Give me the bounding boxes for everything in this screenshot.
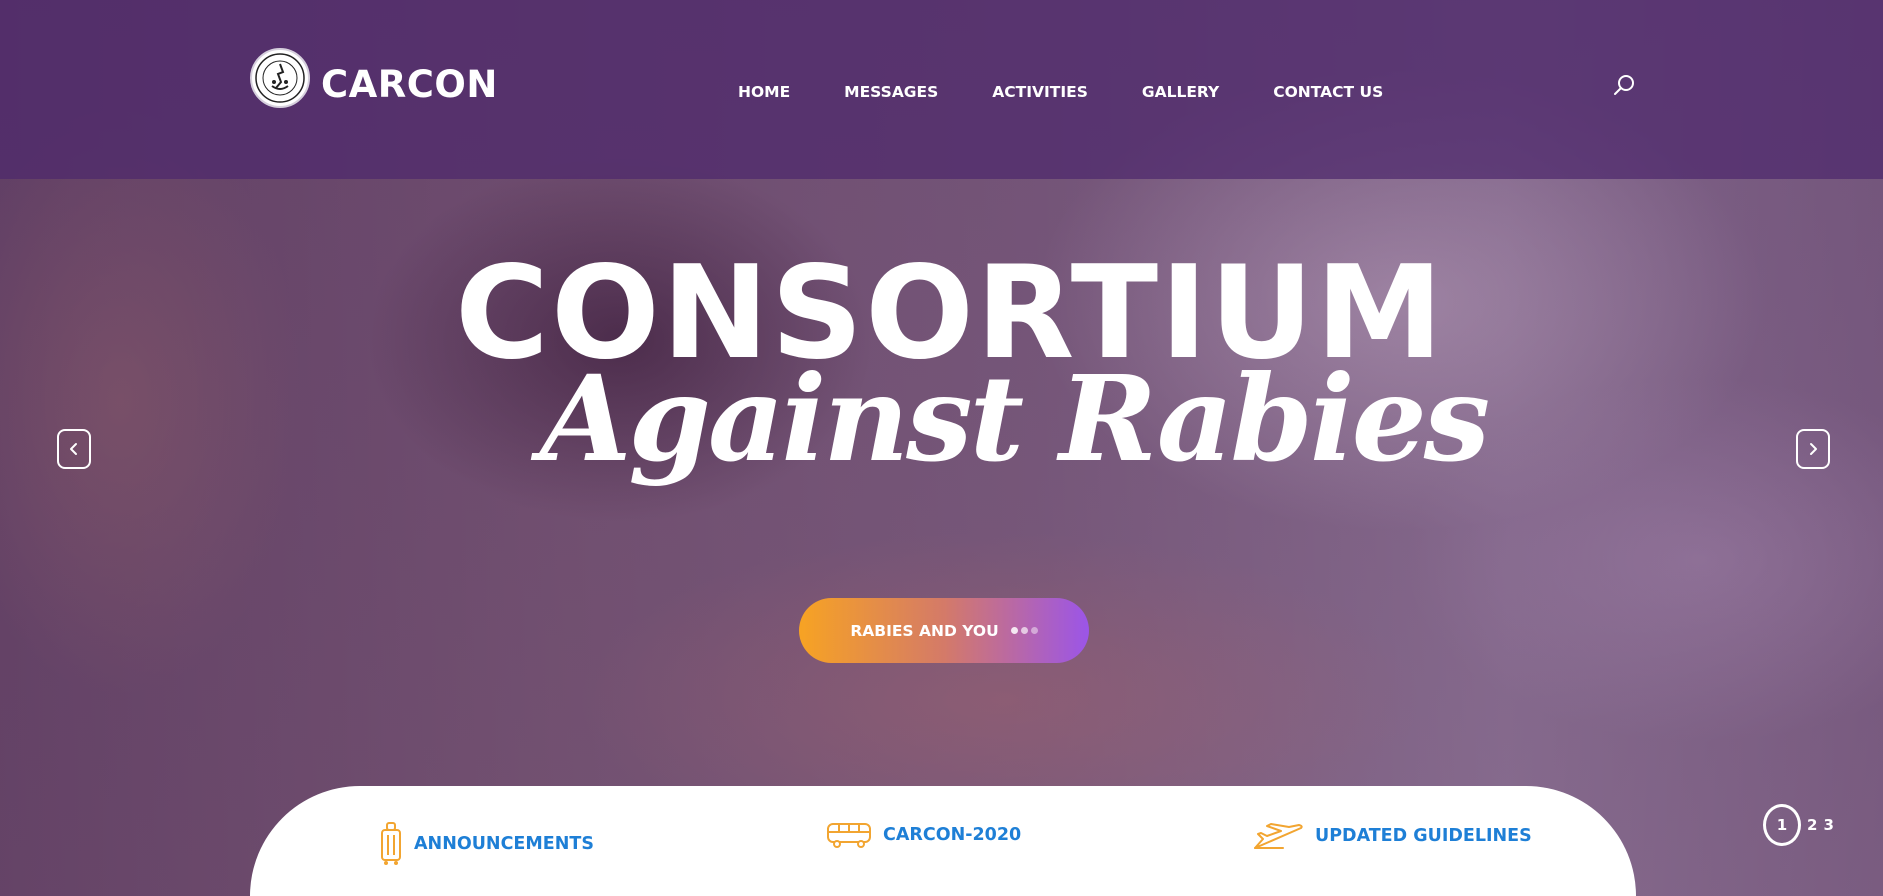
search-button[interactable]	[1612, 72, 1638, 98]
cta-label: RABIES AND YOU	[850, 621, 999, 640]
slider-prev-button[interactable]	[57, 429, 91, 469]
slider-pagination: 1 2 3	[1763, 804, 1834, 846]
logo-text[interactable]: CARCON	[321, 66, 498, 103]
feature-announcements[interactable]: ANNOUNCEMENTS	[380, 822, 594, 866]
hero-subtitle: Against Rabies	[540, 349, 1490, 488]
rabies-and-you-button[interactable]: RABIES AND YOU	[799, 598, 1089, 663]
logo-emblem[interactable]	[250, 48, 310, 108]
slider-next-button[interactable]	[1796, 429, 1830, 469]
nav-gallery[interactable]: GALLERY	[1142, 81, 1219, 103]
main-nav: HOME MESSAGES ACTIVITIES GALLERY CONTACT…	[738, 81, 1383, 103]
nav-messages[interactable]: MESSAGES	[844, 81, 938, 103]
feature-updated-guidelines[interactable]: UPDATED GUIDELINES	[1253, 822, 1532, 850]
feature-carcon-2020[interactable]: CARCON-2020	[827, 822, 1021, 848]
nav-activities[interactable]: ACTIVITIES	[992, 81, 1088, 103]
dots-icon	[1010, 627, 1038, 634]
chevron-right-icon	[1810, 443, 1817, 455]
luggage-icon	[380, 822, 402, 866]
logo-emblem-icon	[255, 53, 305, 103]
search-icon	[1614, 75, 1634, 95]
bus-icon	[827, 822, 871, 848]
page-3-button[interactable]: 3	[1823, 816, 1833, 834]
feature-label: UPDATED GUIDELINES	[1315, 826, 1532, 846]
nav-contact-us[interactable]: CONTACT US	[1273, 81, 1383, 103]
feature-label: CARCON-2020	[883, 825, 1022, 845]
airplane-icon	[1253, 822, 1303, 850]
chevron-left-icon	[70, 443, 77, 455]
page-1-button[interactable]: 1	[1763, 804, 1801, 846]
nav-home[interactable]: HOME	[738, 81, 790, 103]
page-2-button[interactable]: 2	[1807, 816, 1817, 834]
features-panel: ANNOUNCEMENTS CARCON-2020 UPDATED GUIDEL…	[250, 786, 1636, 896]
site-header: CARCON HOME MESSAGES ACTIVITIES GALLERY …	[0, 0, 1883, 179]
feature-label: ANNOUNCEMENTS	[414, 834, 594, 854]
